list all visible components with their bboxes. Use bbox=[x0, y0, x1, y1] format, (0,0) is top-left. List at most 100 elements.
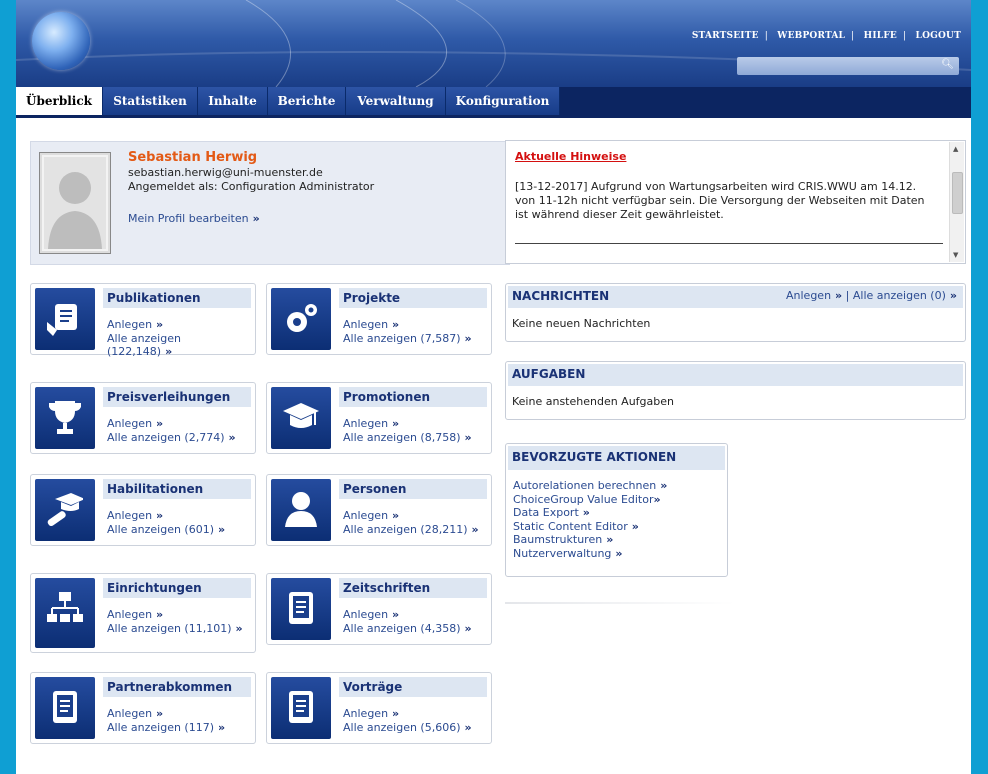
card-title[interactable]: Publikationen bbox=[103, 288, 251, 308]
tasks-title: AUFGABEN bbox=[512, 367, 586, 381]
messages-separator: | bbox=[845, 289, 850, 302]
messages-show-all-link[interactable]: Alle anzeigen (0)» bbox=[853, 289, 957, 302]
card-habilitationen: Habilitationen Anlegen» Alle anzeigen (6… bbox=[30, 474, 256, 546]
create-link[interactable]: Anlegen» bbox=[343, 318, 399, 331]
card-publikationen: Publikationen Anlegen» Alle anzeigen (12… bbox=[30, 283, 256, 358]
tasks-panel: AUFGABEN Keine anstehenden Aufgaben bbox=[505, 361, 966, 420]
notice-panel: Aktuelle Hinweise [13-12-2017] Aufgrund … bbox=[505, 140, 966, 264]
notice-scrollbar[interactable]: ▲ ▼ bbox=[949, 142, 964, 262]
favorite-action-link[interactable]: Data Export» bbox=[513, 506, 667, 520]
favorites-title: BEVORZUGTE AKTIONEN bbox=[512, 450, 677, 464]
show-all-link[interactable]: Alle anzeigen (5,606)» bbox=[343, 721, 483, 734]
nav-hilfe[interactable]: HILFE bbox=[864, 31, 897, 41]
card-title[interactable]: Habilitationen bbox=[103, 479, 251, 499]
nav-startseite[interactable]: STARTSEITE bbox=[692, 31, 759, 41]
card-einrichtungen: Einrichtungen Anlegen» Alle anzeigen (11… bbox=[30, 573, 256, 653]
card-title[interactable]: Promotionen bbox=[339, 387, 487, 407]
card-title[interactable]: Personen bbox=[339, 479, 487, 499]
profile-email: sebastian.herwig@uni-muenster.de bbox=[128, 166, 323, 179]
favorite-actions-panel: BEVORZUGTE AKTIONEN Autorelationen berec… bbox=[505, 443, 728, 577]
search-icon[interactable]: 🔍︎ bbox=[941, 59, 954, 70]
favorite-action-link[interactable]: Baumstrukturen» bbox=[513, 533, 667, 547]
notice-text: [13-12-2017] Aufgrund von Wartungsarbeit… bbox=[515, 180, 925, 221]
scroll-thumb[interactable] bbox=[952, 172, 963, 214]
university-logo-globe[interactable] bbox=[32, 12, 90, 70]
profile-panel: Sebastian Herwig sebastian.herwig@uni-mu… bbox=[30, 141, 510, 265]
card-title[interactable]: Projekte bbox=[339, 288, 487, 308]
card-title[interactable]: Einrichtungen bbox=[103, 578, 251, 598]
graduation-cap-icon[interactable] bbox=[271, 387, 331, 449]
app-frame: STARTSEITE | WEBPORTAL | HILFE | LOGOUT 🔍︎ … bbox=[16, 0, 971, 774]
tab-ueberblick[interactable]: Überblick bbox=[16, 87, 103, 115]
create-link[interactable]: Anlegen» bbox=[343, 417, 399, 430]
clipboard-icon[interactable] bbox=[271, 578, 331, 640]
clipboard-icon[interactable] bbox=[271, 677, 331, 739]
nav-webportal[interactable]: WEBPORTAL bbox=[777, 31, 845, 41]
cap-diploma-icon[interactable] bbox=[35, 479, 95, 541]
tabs-divider bbox=[16, 115, 971, 118]
tasks-empty-text: Keine anstehenden Aufgaben bbox=[512, 395, 674, 408]
show-all-link[interactable]: Alle anzeigen (117)» bbox=[107, 721, 247, 734]
person-silhouette-icon bbox=[44, 157, 106, 249]
card-vortraege: Vorträge Anlegen» Alle anzeigen (5,606)» bbox=[266, 672, 492, 744]
create-link[interactable]: Anlegen» bbox=[343, 707, 399, 720]
favorites-shadow bbox=[505, 602, 735, 604]
favorite-action-link[interactable]: Static Content Editor» bbox=[513, 520, 667, 534]
create-link[interactable]: Anlegen» bbox=[343, 608, 399, 621]
show-all-link[interactable]: Alle anzeigen (28,211)» bbox=[343, 523, 483, 536]
card-title[interactable]: Partnerabkommen bbox=[103, 677, 251, 697]
show-all-link[interactable]: Alle anzeigen (4,358)» bbox=[343, 622, 483, 635]
trophy-icon[interactable] bbox=[35, 387, 95, 449]
tab-inhalte[interactable]: Inhalte bbox=[198, 87, 268, 115]
tab-statistiken[interactable]: Statistiken bbox=[103, 87, 198, 115]
show-all-link[interactable]: Alle anzeigen (122,148)» bbox=[107, 332, 247, 358]
create-link[interactable]: Anlegen» bbox=[107, 608, 163, 621]
messages-create-link[interactable]: Anlegen» bbox=[786, 289, 842, 302]
scroll-hand-icon[interactable] bbox=[35, 288, 95, 350]
card-title[interactable]: Preisverleihungen bbox=[103, 387, 251, 407]
show-all-link[interactable]: Alle anzeigen (2,774)» bbox=[107, 431, 247, 444]
card-projekte: Projekte Anlegen» Alle anzeigen (7,587)» bbox=[266, 283, 492, 355]
tab-konfiguration[interactable]: Konfiguration bbox=[446, 87, 560, 115]
notice-title: Aktuelle Hinweise bbox=[515, 150, 627, 163]
card-zeitschriften: Zeitschriften Anlegen» Alle anzeigen (4,… bbox=[266, 573, 492, 645]
create-link[interactable]: Anlegen» bbox=[343, 509, 399, 522]
favorite-action-link[interactable]: ChoiceGroup Value Editor» bbox=[513, 493, 667, 507]
gears-icon[interactable] bbox=[271, 288, 331, 350]
create-link[interactable]: Anlegen» bbox=[107, 417, 163, 430]
nav-logout[interactable]: LOGOUT bbox=[916, 31, 961, 41]
show-all-link[interactable]: Alle anzeigen (8,758)» bbox=[343, 431, 483, 444]
scroll-down-icon[interactable]: ▼ bbox=[953, 251, 958, 259]
create-link[interactable]: Anlegen» bbox=[107, 318, 163, 331]
main-tabs: Überblick Statistiken Inhalte Berichte V… bbox=[16, 87, 971, 115]
header-banner: STARTSEITE | WEBPORTAL | HILFE | LOGOUT 🔍︎ bbox=[16, 0, 971, 87]
show-all-link[interactable]: Alle anzeigen (11,101)» bbox=[107, 622, 247, 635]
show-all-link[interactable]: Alle anzeigen (7,587)» bbox=[343, 332, 483, 345]
favorite-action-link[interactable]: Autorelationen berechnen» bbox=[513, 479, 667, 493]
top-navigation: STARTSEITE | WEBPORTAL | HILFE | LOGOUT bbox=[691, 31, 961, 41]
org-chart-icon[interactable] bbox=[35, 578, 95, 648]
clipboard-icon[interactable] bbox=[35, 677, 95, 739]
favorite-action-link[interactable]: Nutzerverwaltung» bbox=[513, 547, 667, 561]
create-link[interactable]: Anlegen» bbox=[107, 707, 163, 720]
tab-verwaltung[interactable]: Verwaltung bbox=[346, 87, 446, 115]
avatar bbox=[39, 152, 111, 254]
edit-profile-link[interactable]: Mein Profil bearbeiten» bbox=[128, 212, 260, 225]
create-link[interactable]: Anlegen» bbox=[107, 509, 163, 522]
card-personen: Personen Anlegen» Alle anzeigen (28,211)… bbox=[266, 474, 492, 546]
profile-role: Angemeldet als: Configuration Administra… bbox=[128, 180, 375, 193]
search-box: 🔍︎ bbox=[737, 57, 959, 75]
profile-name: Sebastian Herwig bbox=[128, 150, 258, 165]
search-input[interactable] bbox=[741, 58, 935, 74]
card-preisverleihungen: Preisverleihungen Anlegen» Alle anzeigen… bbox=[30, 382, 256, 454]
notice-divider bbox=[515, 243, 943, 244]
tab-berichte[interactable]: Berichte bbox=[268, 87, 346, 115]
show-all-link[interactable]: Alle anzeigen (601)» bbox=[107, 523, 247, 536]
messages-actions: Anlegen» | Alle anzeigen (0)» bbox=[786, 289, 957, 302]
person-icon[interactable] bbox=[271, 479, 331, 541]
card-title[interactable]: Zeitschriften bbox=[339, 578, 487, 598]
card-title[interactable]: Vorträge bbox=[339, 677, 487, 697]
scroll-up-icon[interactable]: ▲ bbox=[953, 145, 958, 153]
card-promotionen: Promotionen Anlegen» Alle anzeigen (8,75… bbox=[266, 382, 492, 454]
favorites-list: Autorelationen berechnen» ChoiceGroup Va… bbox=[513, 479, 667, 560]
